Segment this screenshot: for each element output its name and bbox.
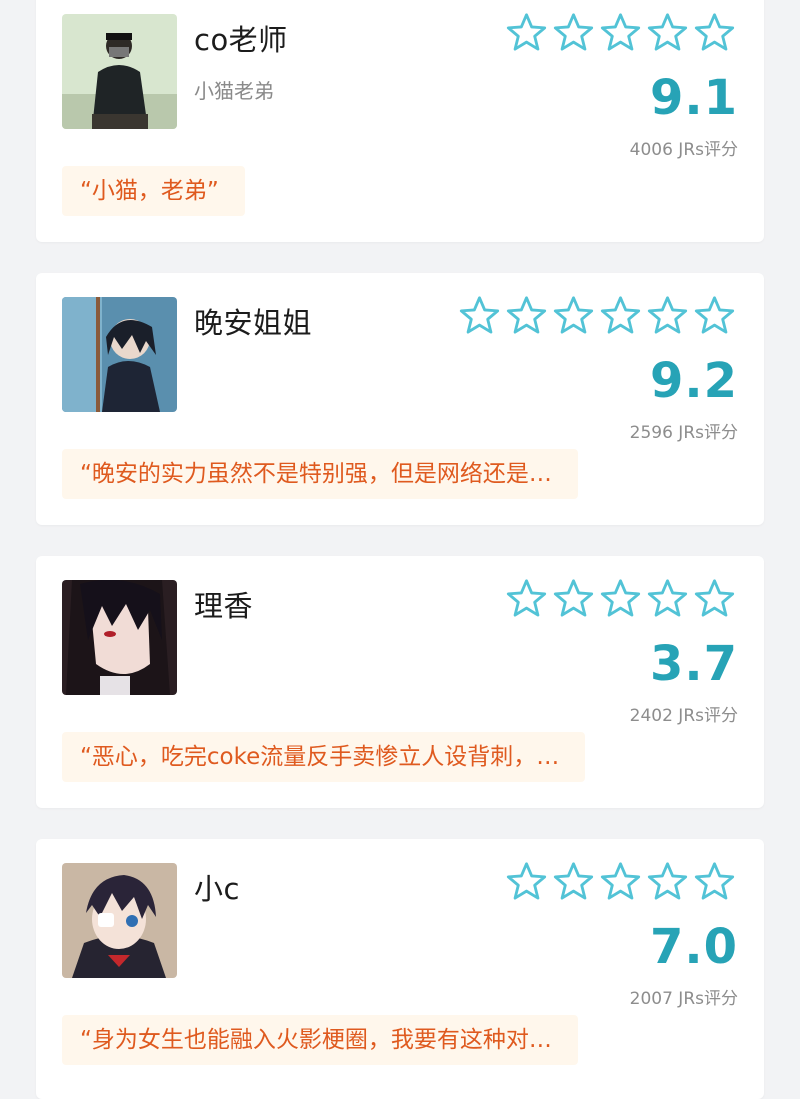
star-outline-icon[interactable] (505, 12, 548, 53)
star-outline-icon[interactable] (599, 861, 642, 902)
reviewer-name: co老师 (194, 23, 288, 57)
review-card[interactable]: co老师 小猫老弟 9.1 4006 JRs评分 “小猫，老弟” (36, 0, 764, 242)
reviewer-name: 理香 (194, 589, 254, 623)
review-card[interactable]: 小c 7.0 2007 JRs评分 “身为女生也能融入火影梗圈，我要有这种对… (36, 839, 764, 1099)
star-outline-icon[interactable] (646, 578, 689, 619)
score-value: 3.7 (649, 636, 738, 692)
star-outline-icon[interactable] (693, 12, 736, 53)
top-comment[interactable]: “晚安的实力虽然不是特别强，但是网络还是… (62, 449, 578, 499)
star-outline-icon[interactable] (552, 295, 595, 336)
top-comment[interactable]: “身为女生也能融入火影梗圈，我要有这种对… (62, 1015, 578, 1065)
score-value: 9.2 (649, 353, 738, 409)
star-outline-icon[interactable] (505, 861, 548, 902)
star-outline-icon[interactable] (505, 578, 548, 619)
star-outline-icon[interactable] (552, 578, 595, 619)
avatar[interactable] (62, 863, 177, 978)
star-outline-icon[interactable] (599, 12, 642, 53)
star-outline-icon[interactable] (693, 861, 736, 902)
top-comment[interactable]: “恶心，吃完coke流量反手卖惨立人设背刺，… (62, 732, 586, 782)
reviewer-name: 晚安姐姐 (194, 306, 313, 340)
score-value: 7.0 (649, 919, 738, 975)
star-outline-icon[interactable] (646, 12, 689, 53)
reviewer-alias: 小猫老弟 (194, 79, 274, 103)
star-outline-icon[interactable] (552, 12, 595, 53)
star-outline-icon[interactable] (693, 295, 736, 336)
star-outline-icon[interactable] (599, 578, 642, 619)
avatar[interactable] (62, 297, 177, 412)
avatar[interactable] (62, 14, 177, 129)
star-outline-icon[interactable] (646, 295, 689, 336)
avatar[interactable] (62, 580, 177, 695)
rating-count: 2007 JRs评分 (629, 989, 738, 1009)
star-outline-icon[interactable] (693, 578, 736, 619)
review-card[interactable]: 晚安姐姐 9.2 2596 JRs评分 “晚安的实力虽然不是特别强，但是网络还是… (36, 273, 764, 525)
star-outline-icon[interactable] (458, 295, 501, 336)
star-rating[interactable] (505, 578, 736, 619)
top-comment[interactable]: “小猫，老弟” (62, 166, 245, 216)
rating-count: 2402 JRs评分 (629, 706, 738, 726)
star-outline-icon[interactable] (505, 295, 548, 336)
review-card[interactable]: 理香 3.7 2402 JRs评分 “恶心，吃完coke流量反手卖惨立人设背刺，… (36, 556, 764, 808)
star-outline-icon[interactable] (646, 861, 689, 902)
score-value: 9.1 (649, 70, 738, 126)
star-outline-icon[interactable] (552, 861, 595, 902)
rating-count: 4006 JRs评分 (629, 140, 738, 160)
reviewer-name: 小c (194, 872, 240, 906)
star-rating[interactable] (505, 861, 736, 902)
rating-count: 2596 JRs评分 (629, 423, 738, 443)
star-rating[interactable] (505, 12, 736, 53)
star-outline-icon[interactable] (599, 295, 642, 336)
star-rating[interactable] (458, 295, 736, 336)
